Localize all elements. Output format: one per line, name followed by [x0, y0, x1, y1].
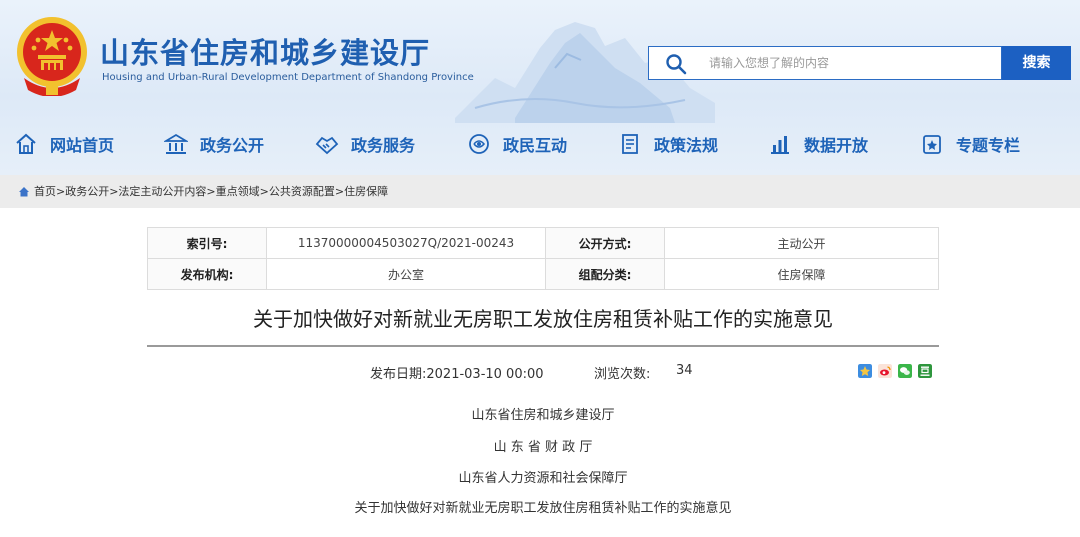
wechat-share-icon[interactable]	[898, 364, 912, 378]
nav-label-home: 网站首页	[50, 136, 115, 155]
main-nav: 网站首页 政务公开 政务服务 政民互动 政策法规 数据开放 专题专栏	[0, 124, 1080, 164]
document-metadata-table: 索引号: 11370000004503027Q/2021-00243 公开方式:…	[147, 227, 939, 290]
document-title: 关于加快做好对新就业无房职工发放住房租赁补贴工作的实施意见	[253, 307, 833, 331]
disclosure-method-value: 主动公开	[664, 227, 939, 259]
views-label: 浏览次数:	[594, 367, 651, 382]
nav-label-policy-regulations: 政策法规	[654, 136, 719, 155]
qzone-share-icon[interactable]	[858, 364, 872, 378]
title-divider	[147, 345, 939, 347]
document-subtitle: 关于加快做好对新就业无房职工发放住房租赁补贴工作的实施意见	[354, 501, 732, 516]
home-icon[interactable]	[18, 186, 30, 197]
nav-item-home[interactable]: 网站首页	[14, 124, 114, 164]
nav-label-public-interaction: 政民互动	[503, 136, 568, 155]
disclosure-method-label: 公开方式:	[545, 227, 665, 259]
nav-item-open-data[interactable]: 数据开放	[768, 124, 868, 164]
nav-item-special-column[interactable]: 专题专栏	[920, 124, 1020, 164]
index-number-label: 索引号:	[147, 227, 267, 259]
site-header: 山东省住房和城乡建设厅 Housing and Urban-Rural Deve…	[0, 0, 1080, 175]
publishing-org-value: 办公室	[266, 258, 546, 290]
handshake-icon	[315, 136, 339, 155]
site-subtitle-english: Housing and Urban-Rural Development Depa…	[102, 72, 474, 83]
search-input[interactable]	[709, 47, 999, 79]
bar-chart-icon	[771, 136, 789, 154]
issuer-line-2: 山 东 省 财 政 厅	[493, 440, 593, 455]
policy-document-icon	[622, 134, 638, 154]
nav-label-open-data: 数据开放	[804, 136, 869, 155]
nav-item-policy-regulations[interactable]: 政策法规	[618, 124, 718, 164]
home-icon	[16, 133, 36, 154]
nav-label-government-services: 政务服务	[351, 136, 416, 155]
issuer-line-1: 山东省住房和城乡建设厅	[471, 408, 615, 423]
site-title: 山东省住房和城乡建设厅	[100, 36, 431, 70]
weibo-share-icon[interactable]	[878, 364, 892, 378]
index-number-value: 11370000004503027Q/2021-00243	[266, 227, 546, 259]
search-button[interactable]: 搜索	[1002, 46, 1071, 80]
national-emblem-logo	[17, 17, 87, 96]
nav-item-government-affairs[interactable]: 政务公开	[164, 124, 264, 164]
nav-label-government-affairs: 政务公开	[200, 136, 265, 155]
search-box	[648, 46, 1002, 80]
breadcrumb-bar: 首页>政务公开>法定主动公开内容>重点领域>公共资源配置>住房保障	[0, 175, 1080, 208]
category-label: 组配分类:	[545, 258, 665, 290]
government-building-icon	[164, 133, 188, 154]
search-icon[interactable]	[665, 53, 687, 75]
douban-share-icon[interactable]	[918, 364, 932, 378]
publish-date: 发布日期:2021-03-10 00:00	[370, 367, 544, 382]
breadcrumb[interactable]: 首页>政务公开>法定主动公开内容>重点领域>公共资源配置>住房保障	[34, 183, 388, 199]
nav-item-public-interaction[interactable]: 政民互动	[467, 124, 567, 164]
issuer-line-3: 山东省人力资源和社会保障厅	[458, 471, 628, 486]
nav-label-special-column: 专题专栏	[956, 136, 1021, 155]
special-column-icon	[923, 135, 941, 154]
publishing-org-label: 发布机构:	[147, 258, 267, 290]
category-value: 住房保障	[664, 258, 939, 290]
views-count: 34	[676, 363, 693, 378]
nav-item-government-services[interactable]: 政务服务	[315, 124, 415, 164]
people-interaction-icon	[469, 134, 489, 154]
